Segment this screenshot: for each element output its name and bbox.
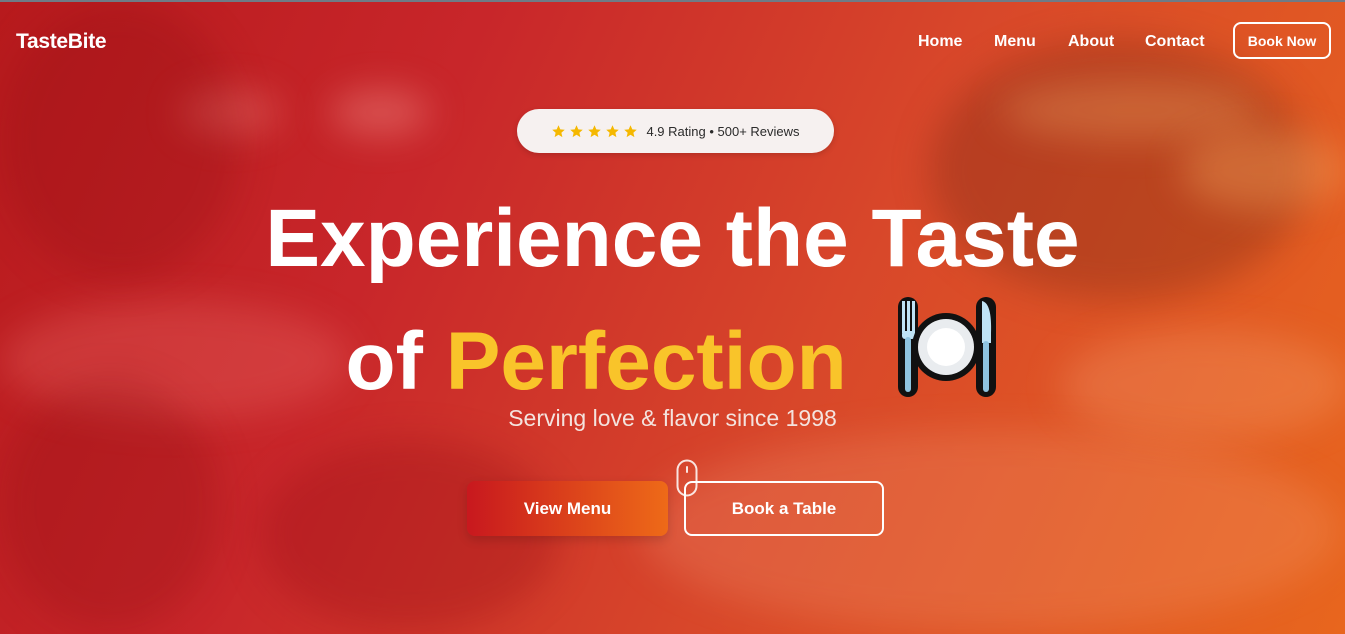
hero-headline-line2: of Perfection (0, 293, 1345, 403)
star-rating (551, 124, 638, 139)
brand-logo[interactable]: TasteBite (16, 30, 107, 54)
nav-link-menu[interactable]: Menu (994, 33, 1036, 51)
star-icon (588, 124, 602, 137)
hero-headline-line1: Experience the Taste (265, 193, 1080, 284)
headline-prefix: of (345, 316, 423, 407)
star-icon (606, 124, 620, 137)
view-menu-button[interactable]: View Menu (467, 481, 668, 536)
star-icon (624, 124, 638, 137)
fork-plate-knife-icon (897, 297, 996, 397)
rating-badge: 4.9 Rating • 500+ Reviews (517, 109, 834, 153)
top-border (0, 0, 1345, 2)
nav-link-contact[interactable]: Contact (1145, 33, 1205, 51)
star-icon (552, 124, 566, 137)
rating-text: 4.9 Rating • 500+ Reviews (646, 123, 800, 139)
hero-subtitle: Serving love & flavor since 1998 (508, 405, 837, 431)
nav-link-home[interactable]: Home (918, 33, 962, 51)
headline-accent: Perfection (445, 316, 847, 407)
book-table-button[interactable]: Book a Table (684, 481, 884, 536)
hero-section: TasteBite Home Menu About Contact Book N… (0, 0, 1345, 634)
nav-link-about[interactable]: About (1068, 33, 1114, 51)
book-now-button[interactable]: Book Now (1233, 22, 1331, 59)
star-icon (570, 124, 584, 137)
scroll-mouse-icon (676, 459, 698, 497)
